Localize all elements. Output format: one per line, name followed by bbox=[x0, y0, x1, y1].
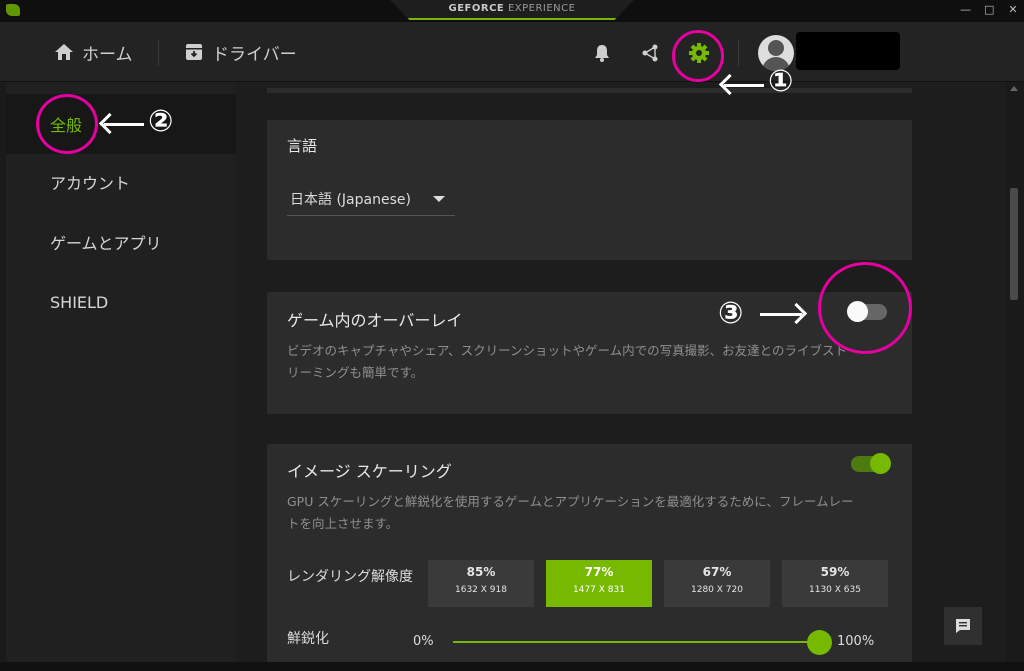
resolution-dims: 1280 X 720 bbox=[691, 585, 743, 595]
annotation-3: ③ bbox=[718, 296, 744, 331]
annotation-2: ② bbox=[148, 104, 174, 139]
annotation-1: ① bbox=[768, 64, 794, 99]
resolution-option-59[interactable]: 59% 1130 X 635 bbox=[782, 560, 888, 607]
language-card: 言語 日本語 (Japanese) bbox=[267, 120, 912, 260]
highlight-ring-overlay-toggle bbox=[818, 262, 912, 354]
nav-divider bbox=[158, 40, 159, 66]
settings-content: 言語 日本語 (Japanese) ゲーム内のオーバーレイ ビデオのキャプチャや… bbox=[236, 82, 1006, 662]
feedback-button[interactable] bbox=[944, 607, 982, 645]
share-icon bbox=[642, 44, 658, 62]
driver-box-icon bbox=[184, 42, 204, 62]
sharpen-label: 鮮鋭化 bbox=[287, 631, 329, 647]
sidebar-item-games-apps[interactable]: ゲームとアプリ bbox=[6, 212, 236, 272]
bell-icon bbox=[595, 45, 609, 62]
annotation-arrow-2 bbox=[104, 123, 144, 126]
resolution-pct: 67% bbox=[702, 565, 732, 579]
nav-divider bbox=[738, 40, 739, 66]
scroll-thumb[interactable] bbox=[1010, 188, 1018, 300]
bottom-strip bbox=[0, 662, 1024, 671]
highlight-ring-general bbox=[36, 94, 98, 154]
settings-sidebar: 全般 アカウント ゲームとアプリ SHIELD bbox=[6, 82, 236, 662]
language-title: 言語 bbox=[287, 137, 318, 155]
resolution-option-85[interactable]: 85% 1632 X 918 bbox=[428, 560, 534, 607]
image-scaling-toggle[interactable] bbox=[851, 453, 891, 474]
nav-drivers[interactable]: ドライバー bbox=[184, 22, 297, 82]
notifications-button[interactable] bbox=[591, 42, 613, 64]
top-nav-bar: ホーム ドライバー bbox=[0, 22, 1024, 82]
previous-card-edge bbox=[267, 88, 912, 93]
resolution-option-67[interactable]: 67% 1280 X 720 bbox=[664, 560, 770, 607]
nav-drivers-label: ドライバー bbox=[212, 44, 297, 65]
language-selected-value: 日本語 (Japanese) bbox=[290, 192, 411, 208]
scroll-up-icon[interactable] bbox=[1010, 86, 1018, 91]
sidebar-item-account[interactable]: アカウント bbox=[6, 152, 236, 212]
nvidia-logo-icon bbox=[6, 4, 20, 16]
resolution-pct: 59% bbox=[820, 565, 850, 579]
sidebar-item-label: ゲームとアプリ bbox=[50, 234, 162, 253]
sharpen-slider-thumb[interactable] bbox=[807, 630, 832, 655]
overlay-title: ゲーム内のオーバーレイ bbox=[287, 311, 463, 330]
maximize-button[interactable]: □ bbox=[984, 3, 994, 16]
sidebar-item-label: アカウント bbox=[50, 174, 131, 193]
image-scaling-title: イメージ スケーリング bbox=[287, 462, 452, 481]
resolution-pct: 77% bbox=[584, 565, 614, 579]
image-scaling-card: イメージ スケーリング GPU スケーリングと鮮鋭化を使用するゲームとアプリケー… bbox=[267, 444, 912, 662]
title-bar: GEFORCE EXPERIENCE — □ ✕ bbox=[0, 0, 1024, 22]
brand-tab: GEFORCE EXPERIENCE bbox=[390, 0, 634, 20]
sharpen-slider-track[interactable] bbox=[453, 641, 821, 643]
content-scrollbar[interactable] bbox=[1006, 82, 1024, 662]
overlay-card: ゲーム内のオーバーレイ ビデオのキャプチャやシェア、スクリーンショットやゲーム内… bbox=[267, 292, 912, 414]
toggle-knob bbox=[870, 453, 891, 474]
resolution-option-77[interactable]: 77% 1477 X 831 bbox=[546, 560, 652, 607]
resolution-pct: 85% bbox=[466, 565, 496, 579]
window-controls: — □ ✕ bbox=[960, 3, 1018, 16]
close-button[interactable]: ✕ bbox=[1008, 3, 1018, 16]
highlight-ring-settings bbox=[672, 30, 724, 82]
resolution-dims: 1632 X 918 bbox=[455, 585, 507, 595]
home-icon bbox=[54, 42, 74, 62]
sharpen-max-label: 100% bbox=[837, 634, 875, 649]
redacted-username bbox=[796, 32, 900, 70]
sharpen-min-label: 0% bbox=[413, 634, 434, 649]
image-scaling-description: GPU スケーリングと鮮鋭化を使用するゲームとアプリケーションを最適化するために… bbox=[287, 494, 854, 531]
sidebar-item-shield[interactable]: SHIELD bbox=[6, 272, 236, 332]
sidebar-item-label: SHIELD bbox=[50, 292, 109, 312]
nav-home-label: ホーム bbox=[82, 44, 133, 65]
annotation-arrow-3 bbox=[760, 313, 802, 316]
overlay-description: ビデオのキャプチャやシェア、スクリーンショットやゲーム内での写真撮影、お友達との… bbox=[287, 343, 848, 380]
annotation-arrow-1 bbox=[724, 84, 764, 87]
resolution-dims: 1130 X 635 bbox=[809, 585, 861, 595]
nav-home[interactable]: ホーム bbox=[54, 22, 133, 82]
minimize-button[interactable]: — bbox=[960, 3, 971, 16]
share-button[interactable] bbox=[639, 42, 661, 64]
render-resolution-label: レンダリング解像度 bbox=[287, 569, 413, 585]
language-dropdown[interactable]: 日本語 (Japanese) bbox=[287, 188, 455, 216]
chevron-down-icon bbox=[433, 196, 445, 202]
app-title: GEFORCE EXPERIENCE bbox=[448, 3, 576, 14]
resolution-dims: 1477 X 831 bbox=[573, 585, 625, 595]
chat-icon bbox=[956, 619, 970, 633]
